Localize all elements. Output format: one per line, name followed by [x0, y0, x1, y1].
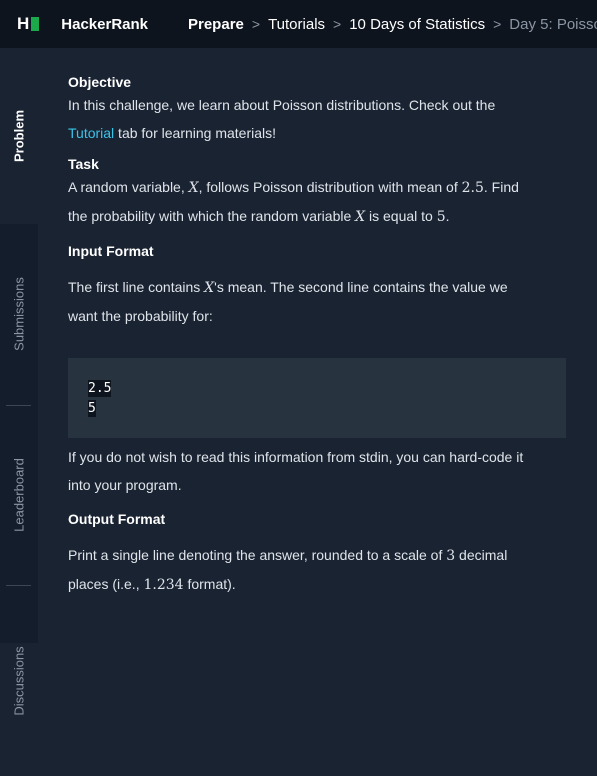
task-text-part: A random variable,	[68, 179, 189, 195]
output-format-text: Print a single line denoting the answer,…	[68, 541, 566, 599]
math-mean: 2.5	[461, 180, 484, 196]
task-text-part: is equal to	[365, 208, 437, 224]
tab-submissions[interactable]: Submissions	[0, 224, 38, 404]
tab-problem[interactable]: Problem	[0, 48, 38, 224]
math-x: X	[355, 209, 366, 225]
tab-leaderboard-label: Leaderboard	[11, 458, 27, 532]
top-navigation-bar: H HackerRank Prepare > Tutorials > 10 Da…	[0, 0, 597, 48]
task-text: A random variable, X, follows Poisson di…	[68, 173, 566, 231]
objective-heading: Objective	[68, 74, 132, 90]
task-heading: Task	[68, 156, 99, 172]
task-text-part: the probability with which the random va…	[68, 208, 356, 224]
chevron-right-icon: >	[251, 16, 261, 32]
tab-problem-label: Problem	[11, 109, 27, 163]
problem-statement-continued: If you do not wish to read this informat…	[68, 443, 566, 599]
breadcrumb-current-challenge: Day 5: Poisson	[509, 15, 597, 33]
objective-text: In this challenge, we learn about Poisso…	[68, 91, 566, 147]
math-variable-x: X	[355, 209, 365, 225]
problem-statement: Objective In this challenge, we learn ab…	[68, 48, 566, 330]
output-text-part: places (i.e.,	[68, 576, 144, 592]
input-format-heading: Input Format	[68, 243, 154, 259]
math-variable-x: X	[189, 180, 199, 196]
vertical-tab-bar: Problem Submissions Leaderboard Discussi…	[0, 48, 38, 716]
input-format-text: The first line contains X's mean. The se…	[68, 273, 566, 330]
breadcrumb-prepare[interactable]: Prepare	[188, 16, 244, 33]
tab-discussions-label: Discussions	[11, 646, 27, 716]
input-text-part: want the probability for:	[68, 308, 213, 324]
note-line: If you do not wish to read this informat…	[68, 449, 524, 465]
objective-line1: In this challenge, we learn about Poisso…	[68, 97, 496, 113]
sample-input-line-1: 2.5	[88, 380, 112, 397]
task-text-part: , follows Poisson distribution with mean…	[198, 179, 462, 195]
tab-discussions[interactable]: Discussions	[0, 586, 38, 776]
output-text-part: decimal	[455, 547, 508, 563]
output-format-heading: Output Format	[68, 511, 166, 527]
hackerrank-logo[interactable]: H	[17, 14, 40, 34]
chevron-right-icon: >	[333, 16, 342, 32]
task-text-part: . Find	[483, 179, 519, 195]
tab-submissions-label: Submissions	[11, 277, 27, 351]
sample-input-block: 2.5 5	[68, 358, 566, 438]
math-target: 5	[436, 209, 446, 225]
brand-name[interactable]: HackerRank	[61, 16, 148, 33]
output-text-part: Print a single line denoting the answer,…	[68, 547, 447, 563]
objective-line2: tab for learning materials!	[114, 125, 277, 141]
task-text-part: .	[445, 208, 450, 224]
breadcrumb-tutorials[interactable]: Tutorials	[268, 16, 325, 33]
math-x: X	[204, 280, 215, 296]
tab-leaderboard[interactable]: Leaderboard	[0, 406, 38, 584]
sample-input-line-2: 5	[88, 400, 96, 417]
input-text-part: The first line contains	[68, 279, 205, 295]
logo-letter: H	[17, 14, 29, 33]
input-text-part: 's mean. The second line contains the va…	[214, 279, 508, 295]
tutorial-link[interactable]: Tutorial	[68, 125, 114, 141]
math-x: X	[188, 180, 199, 196]
math-example: 1.234	[143, 577, 184, 593]
output-text-part: format).	[183, 576, 236, 592]
math-variable-x: X	[204, 280, 214, 296]
logo-square-icon	[31, 17, 40, 31]
chevron-right-icon: >	[493, 16, 502, 32]
stdin-note: If you do not wish to read this informat…	[68, 443, 566, 499]
math-scale: 3	[446, 548, 456, 564]
note-line: into your program.	[68, 477, 182, 493]
breadcrumb-10-days-of-statistics[interactable]: 10 Days of Statistics	[349, 16, 485, 33]
